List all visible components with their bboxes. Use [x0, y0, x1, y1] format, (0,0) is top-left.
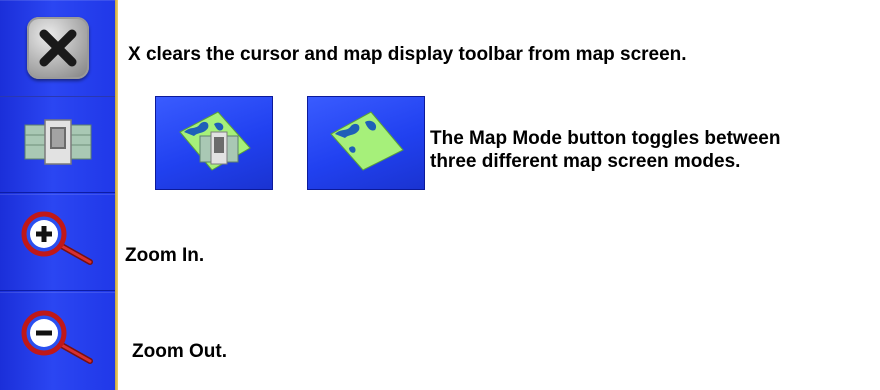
- close-description: X clears the cursor and map display tool…: [128, 44, 687, 65]
- map-mode-guidance-tile: [155, 96, 273, 190]
- close-button[interactable]: [0, 0, 115, 97]
- close-icon: [26, 17, 89, 79]
- map-only-icon: [325, 108, 407, 179]
- zoom-out-icon: [18, 307, 98, 376]
- zoom-out-button[interactable]: [0, 292, 115, 390]
- map-mode-icon: [23, 117, 93, 172]
- map-mode-description-line2: three different map screen modes.: [430, 151, 741, 172]
- zoom-in-description: Zoom In.: [125, 245, 205, 266]
- map-mode-description: The Map Mode button toggles between thre…: [430, 127, 780, 173]
- zoom-out-description: Zoom Out.: [132, 341, 227, 362]
- zoom-in-button[interactable]: [0, 194, 115, 291]
- map-display-toolbar: [0, 0, 118, 390]
- zoom-in-icon: [18, 208, 98, 277]
- map-mode-description-line1: The Map Mode button toggles between: [430, 128, 781, 149]
- map-mode-button[interactable]: [0, 96, 115, 193]
- map-with-guidance-icon: [174, 108, 254, 179]
- map-mode-map-only-tile: [307, 96, 425, 190]
- toolbar-edge: [115, 0, 118, 390]
